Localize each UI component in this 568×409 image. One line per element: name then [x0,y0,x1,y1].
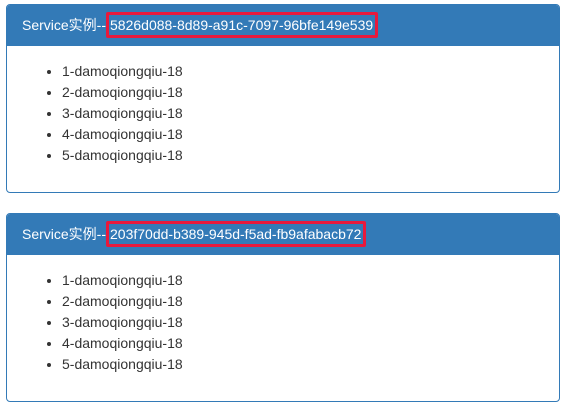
list-item: 5-damoqiongqiu-18 [62,145,544,166]
list-item: 2-damoqiongqiu-18 [62,291,544,312]
list-item: 3-damoqiongqiu-18 [62,312,544,333]
instance-id-highlight: 203f70dd-b389-945d-f5ad-fb9afabacb72 [106,221,367,247]
list-item: 5-damoqiongqiu-18 [62,354,544,375]
page: Service实例-- 5826d088-8d89-a91c-7097-96bf… [0,0,568,409]
panel-body: 1-damoqiongqiu-18 2-damoqiongqiu-18 3-da… [7,255,559,375]
list-item: 2-damoqiongqiu-18 [62,82,544,103]
list-item: 1-damoqiongqiu-18 [62,270,544,291]
instance-item-list: 1-damoqiongqiu-18 2-damoqiongqiu-18 3-da… [22,270,544,375]
list-item: 3-damoqiongqiu-18 [62,103,544,124]
list-item: 1-damoqiongqiu-18 [62,61,544,82]
panel-heading: Service实例-- 203f70dd-b389-945d-f5ad-fb9a… [7,214,559,255]
list-item: 4-damoqiongqiu-18 [62,124,544,145]
panel-body: 1-damoqiongqiu-18 2-damoqiongqiu-18 3-da… [7,46,559,166]
instance-item-list: 1-damoqiongqiu-18 2-damoqiongqiu-18 3-da… [22,61,544,166]
panel-heading-prefix: Service实例-- [22,226,107,242]
service-instance-panel-1: Service实例-- 5826d088-8d89-a91c-7097-96bf… [6,4,560,193]
panel-heading: Service实例-- 5826d088-8d89-a91c-7097-96bf… [7,5,559,46]
panel-heading-prefix: Service实例-- [22,17,107,33]
service-instance-panel-2: Service实例-- 203f70dd-b389-945d-f5ad-fb9a… [6,213,560,402]
instance-id-highlight: 5826d088-8d89-a91c-7097-96bfe149e539 [106,12,379,38]
list-item: 4-damoqiongqiu-18 [62,333,544,354]
